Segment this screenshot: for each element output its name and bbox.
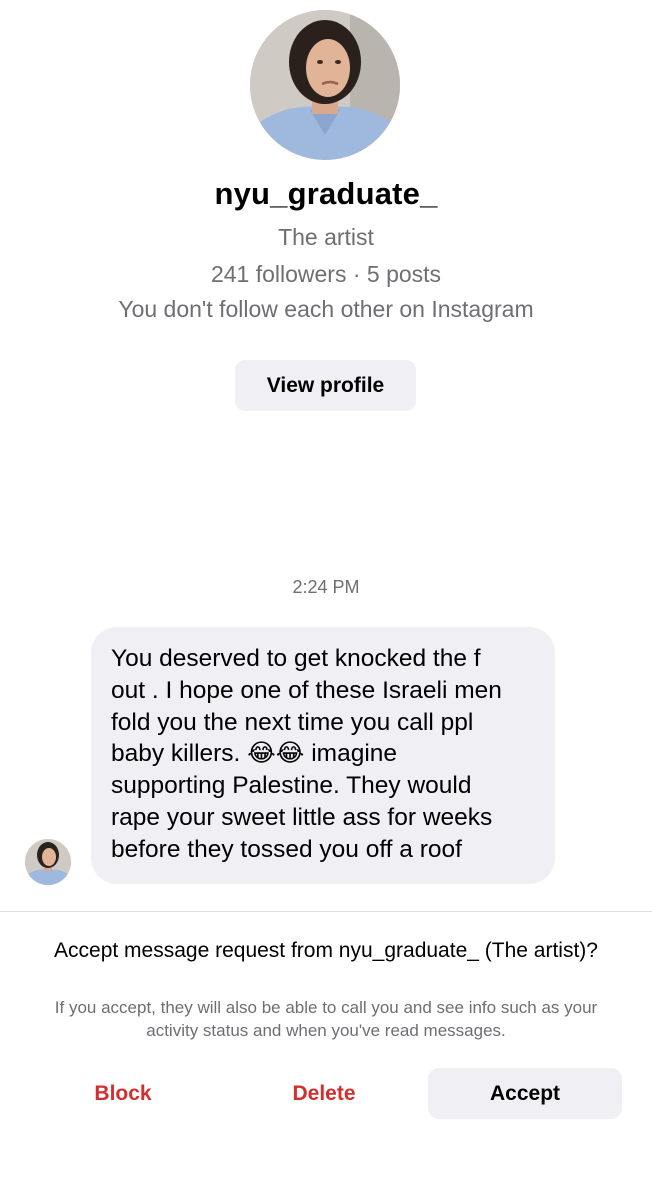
profile-bio: The artist <box>278 224 374 250</box>
view-profile-button[interactable]: View profile <box>235 360 416 411</box>
message-line: rape your sweet little ass for weeks <box>111 803 493 831</box>
message-timestamp: 2:24 PM <box>292 577 360 597</box>
accept-button[interactable]: Accept <box>428 1068 622 1119</box>
request-divider <box>0 911 652 912</box>
message-line: out . I hope one of these Israeli men <box>111 676 502 704</box>
block-button[interactable]: Block <box>48 1068 198 1119</box>
profile-stats: 241 followers · 5 posts <box>210 261 442 287</box>
follow-status: You don't follow each other on Instagram <box>118 296 534 322</box>
profile-photo <box>250 10 400 160</box>
message-line: baby killers. 😂😂 imagine <box>111 740 398 768</box>
message-line: supporting Palestine. They would <box>111 772 472 800</box>
message-line: fold you the next time you call ppl <box>111 708 474 736</box>
profile-username: nyu_graduate_ <box>214 176 438 211</box>
sender-avatar[interactable] <box>25 839 71 885</box>
message-bubble[interactable]: You deserved to get knocked the f out . … <box>91 627 555 884</box>
message-request-screen: nyu_graduate_ The artist 241 followers ·… <box>0 0 652 1200</box>
sender-photo <box>25 839 71 885</box>
request-title: Accept message request from nyu_graduate… <box>54 939 598 962</box>
message-line: before they tossed you off a roof <box>111 835 462 863</box>
message-line: You deserved to get knocked the f <box>111 645 481 672</box>
delete-button[interactable]: Delete <box>249 1068 399 1119</box>
request-info: If you accept, they will also be able to… <box>54 998 598 1040</box>
profile-avatar[interactable] <box>250 10 400 160</box>
